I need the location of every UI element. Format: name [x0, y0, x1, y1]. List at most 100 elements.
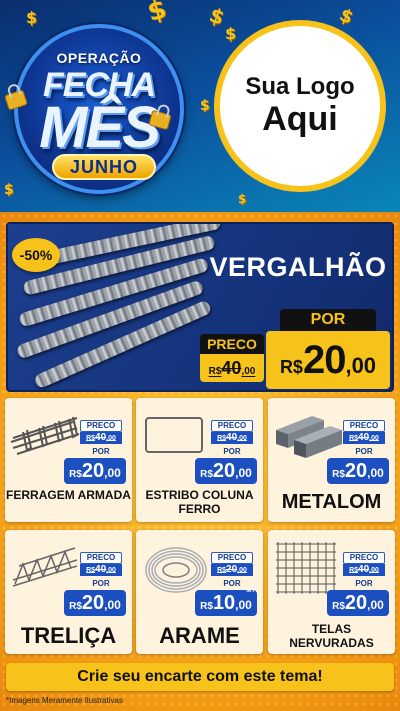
old-currency: R$: [86, 435, 96, 442]
new-price: R$20,00: [64, 590, 126, 616]
new-price: R$20,00: [327, 458, 389, 484]
new-currency: R$: [200, 601, 213, 612]
discount-badge: -50%: [12, 238, 60, 272]
old-price: R$40,00: [80, 432, 122, 444]
logo-placeholder[interactable]: Sua Logo Aqui: [214, 20, 386, 192]
preco-label: PRECO: [211, 420, 253, 432]
hero-new-price: R$20,00: [266, 331, 390, 389]
old-price: R$40,00: [343, 432, 385, 444]
old-cents: ,00: [106, 435, 116, 442]
old-cents: ,00: [237, 567, 247, 574]
dollar-sign-icon: $: [200, 98, 210, 114]
preco-label: PRECO: [343, 420, 385, 432]
old-cents: ,00: [237, 435, 247, 442]
new-cents: ,00: [235, 466, 252, 480]
disclaimer-text: *Imagens Meramente Ilustrativas: [6, 696, 123, 705]
old-price-value: 40: [95, 432, 107, 443]
old-price-value: 40: [226, 432, 238, 443]
metalon-tubes-image: [276, 416, 342, 458]
product-name: ESTRIBO COLUNA FERRO: [145, 488, 254, 516]
logo-text-line1: Sua Logo: [245, 73, 355, 101]
new-currency: R$: [69, 469, 82, 480]
dollar-sign-icon: $: [225, 24, 237, 43]
old-price: R$40,00: [80, 564, 122, 576]
stirrup-image: [145, 417, 203, 453]
new-cents: ,00: [235, 598, 252, 612]
new-price-value: 20: [344, 592, 368, 614]
rebar-cage-image: [10, 416, 80, 455]
old-currency: R$: [86, 567, 96, 574]
por-label: POR: [355, 447, 373, 456]
product-name: METALOM: [281, 491, 382, 513]
new-price: R$20,00: [327, 590, 389, 616]
hero-old-cents: ,00: [241, 366, 256, 377]
hero-new-currency: R$: [279, 357, 303, 377]
wire-mesh-image: [276, 542, 336, 594]
old-price: R$40,00: [211, 432, 253, 444]
create-flyer-button[interactable]: Crie seu encarte com este tema!: [6, 663, 394, 691]
preco-label: PRECO: [211, 552, 253, 564]
product-card[interactable]: PRECO R$20,00 POR R$10,00 MT ARAME: [136, 530, 263, 654]
new-currency: R$: [332, 469, 345, 480]
por-label: POR: [355, 579, 373, 588]
hero-preco-label: PRECO: [200, 334, 264, 354]
old-price-value: 20: [226, 564, 238, 575]
new-price-value: 20: [81, 592, 105, 614]
price-unit: MT: [246, 588, 255, 594]
new-cents: ,00: [104, 598, 121, 612]
product-card[interactable]: PRECO R$40,00 POR R$20,00 ESTRIBO COLUNA…: [136, 398, 263, 522]
old-cents: ,00: [106, 567, 116, 574]
lattice-truss-image: [12, 547, 78, 587]
badge-line3: MÊS: [39, 95, 161, 160]
preco-label: PRECO: [343, 552, 385, 564]
por-label: POR: [92, 447, 110, 456]
product-card[interactable]: PRECO R$40,00 POR R$20,00 METALOM: [268, 398, 395, 522]
new-currency: R$: [332, 601, 345, 612]
hero-new-price-value: 20: [302, 338, 346, 382]
old-price-value: 40: [358, 432, 370, 443]
new-price-value: 20: [81, 460, 105, 482]
new-cents: ,00: [367, 598, 384, 612]
old-currency: R$: [349, 567, 359, 574]
old-currency: R$: [217, 435, 227, 442]
old-price-value: 40: [95, 564, 107, 575]
header-banner: $ $ $ $ $ $ $ $ OPERAÇÃO FECHA MÊS JUNHO…: [0, 0, 400, 212]
old-price-value: 40: [358, 564, 370, 575]
product-card[interactable]: PRECO R$40,00 POR R$20,00 FERRAGEM ARMAD…: [5, 398, 132, 522]
hero-old-price-value: 40: [221, 358, 242, 378]
por-label: POR: [223, 447, 241, 456]
product-name: TRELIÇA: [20, 623, 117, 648]
old-cents: ,00: [369, 435, 379, 442]
new-currency: R$: [200, 469, 213, 480]
old-price: R$40,00: [343, 564, 385, 576]
dollar-sign-icon: $: [336, 4, 357, 29]
wire-coil-image: [145, 547, 207, 593]
hero-product-title: VERGALHÃO: [209, 252, 387, 282]
dollar-sign-icon: $: [144, 0, 170, 28]
new-price: R$20,00: [195, 458, 257, 484]
product-name: ARAME: [159, 623, 240, 648]
dollar-sign-icon: $: [26, 8, 38, 27]
hero-old-currency: R$: [208, 366, 222, 377]
new-cents: ,00: [367, 466, 384, 480]
product-card[interactable]: PRECO R$40,00 POR R$20,00 TRELIÇA: [5, 530, 132, 654]
hero-old-price: R$40,00: [200, 354, 264, 382]
preco-label: PRECO: [80, 552, 122, 564]
new-currency: R$: [69, 601, 82, 612]
logo-text-line2: Aqui: [262, 99, 338, 138]
product-name: TELAS NERVURADAS: [289, 622, 374, 650]
dollar-sign-icon: $: [4, 182, 14, 198]
new-cents: ,00: [104, 466, 121, 480]
hero-new-cents: ,00: [345, 353, 377, 378]
new-price-value: 20: [344, 460, 368, 482]
new-price-value: 20: [212, 460, 236, 482]
old-currency: R$: [349, 435, 359, 442]
new-price: R$20,00: [64, 458, 126, 484]
preco-label: PRECO: [80, 420, 122, 432]
product-name: FERRAGEM ARMADA: [6, 488, 131, 502]
product-card[interactable]: PRECO R$40,00 POR R$20,00 TELAS NERVURAD…: [268, 530, 395, 654]
hero-por-label: POR: [280, 309, 376, 331]
badge-line1: OPERAÇÃO: [56, 50, 142, 66]
old-cents: ,00: [369, 567, 379, 574]
new-price-value: 10: [212, 592, 236, 614]
